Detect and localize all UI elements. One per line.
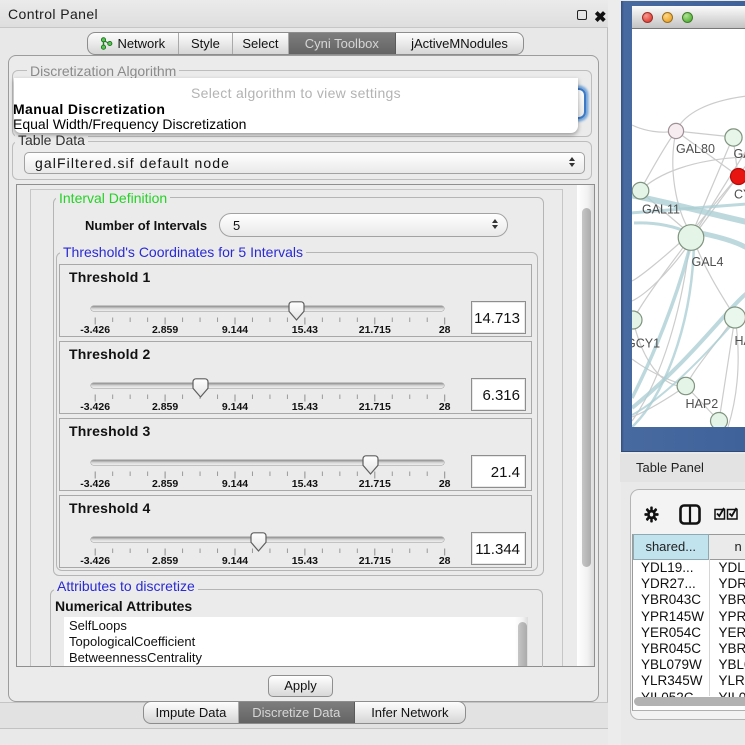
svg-text:CY: CY [734, 188, 745, 202]
svg-text:HAP2: HAP2 [686, 397, 719, 411]
svg-text:HA: HA [735, 334, 745, 348]
svg-text:GAL11: GAL11 [642, 203, 680, 217]
svg-text:GAL4: GAL4 [692, 255, 724, 269]
svg-text:GAL80: GAL80 [676, 142, 715, 156]
svg-text:GCY1: GCY1 [632, 337, 660, 351]
svg-text:GA: GA [734, 147, 745, 161]
